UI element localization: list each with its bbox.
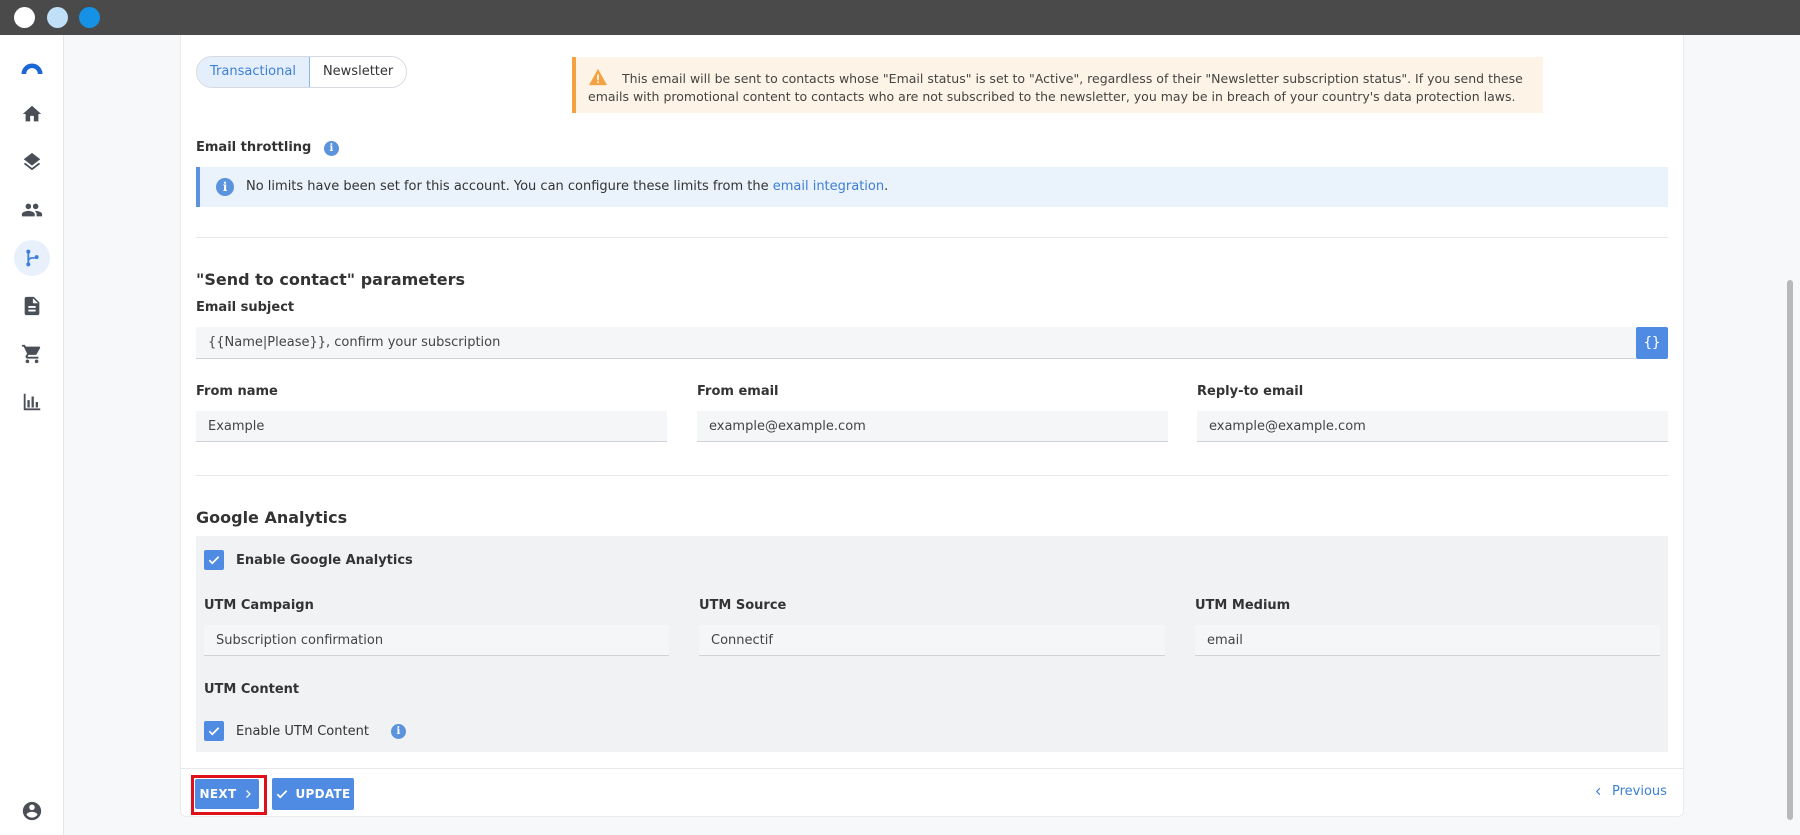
info-icon: i bbox=[216, 178, 234, 196]
throttling-message-end: . bbox=[884, 179, 889, 194]
utm-medium-label: UTM Medium bbox=[1195, 598, 1291, 613]
reply-to-input[interactable]: example@example.com bbox=[1197, 411, 1668, 442]
workflow-icon[interactable] bbox=[14, 240, 50, 276]
throttling-message: No limits have been set for this account… bbox=[246, 179, 769, 194]
utm-content-label: UTM Content bbox=[204, 682, 300, 697]
update-label: UPDATE bbox=[295, 787, 351, 801]
email-throttling-text: Email throttling bbox=[196, 140, 312, 155]
window-close-button[interactable] bbox=[14, 7, 35, 28]
email-throttling-label: Email throttling i bbox=[196, 140, 339, 156]
google-analytics-title: Google Analytics bbox=[196, 508, 348, 527]
send-params-title: "Send to contact" parameters bbox=[196, 270, 466, 289]
footer-divider bbox=[180, 768, 1684, 769]
reply-to-label: Reply-to email bbox=[1197, 384, 1304, 399]
sidebar bbox=[0, 35, 64, 835]
update-button[interactable]: UPDATE bbox=[272, 778, 354, 810]
from-name-value: Example bbox=[208, 418, 265, 434]
transactional-warning: This email will be sent to contacts whos… bbox=[572, 57, 1543, 113]
reply-to-value: example@example.com bbox=[1209, 418, 1366, 434]
enable-utm-content-row: Enable UTM Content i bbox=[204, 721, 406, 741]
utm-campaign-label: UTM Campaign bbox=[204, 598, 314, 613]
email-subject-label: Email subject bbox=[196, 300, 295, 315]
enable-ga-checkbox[interactable] bbox=[204, 550, 224, 570]
layers-icon[interactable] bbox=[14, 144, 50, 180]
toggle-transactional[interactable]: Transactional bbox=[197, 57, 310, 87]
from-name-input[interactable]: Example bbox=[196, 411, 667, 442]
people-icon[interactable] bbox=[14, 192, 50, 228]
from-email-input[interactable]: example@example.com bbox=[697, 411, 1168, 442]
checkmark-icon bbox=[208, 727, 220, 736]
check-icon bbox=[277, 790, 288, 799]
next-button[interactable]: NEXT bbox=[195, 779, 259, 809]
utm-campaign-input[interactable]: Subscription confirmation bbox=[204, 625, 669, 656]
email-integration-link[interactable]: email integration bbox=[773, 179, 884, 194]
previous-button[interactable]: Previous bbox=[1593, 784, 1667, 799]
window-minimize-button[interactable] bbox=[47, 7, 68, 28]
cart-icon[interactable] bbox=[14, 336, 50, 372]
info-icon[interactable]: i bbox=[323, 141, 339, 156]
throttling-info-bar: i No limits have been set for this accou… bbox=[196, 167, 1668, 207]
email-subject-input[interactable]: {{Name|Please}}, confirm your subscripti… bbox=[196, 327, 1636, 359]
next-button-highlight: NEXT bbox=[191, 775, 267, 815]
bar-chart-icon[interactable] bbox=[14, 384, 50, 420]
window-maximize-button[interactable] bbox=[79, 7, 100, 28]
home-icon[interactable] bbox=[14, 96, 50, 132]
utm-source-value: Connectif bbox=[711, 632, 773, 648]
logo-icon[interactable] bbox=[14, 49, 50, 85]
document-icon[interactable] bbox=[14, 288, 50, 324]
email-subject-value: {{Name|Please}}, confirm your subscripti… bbox=[208, 335, 501, 350]
email-type-toggle: Transactional Newsletter bbox=[196, 56, 408, 88]
section-divider bbox=[196, 237, 1668, 238]
enable-utm-content-checkbox[interactable] bbox=[204, 721, 224, 741]
from-email-value: example@example.com bbox=[709, 418, 866, 434]
next-label: NEXT bbox=[199, 787, 237, 801]
toggle-newsletter[interactable]: Newsletter bbox=[309, 57, 407, 87]
window-titlebar bbox=[0, 0, 1800, 35]
utm-source-label: UTM Source bbox=[699, 598, 787, 613]
utm-medium-value: email bbox=[1207, 632, 1243, 648]
checkmark-icon bbox=[208, 556, 220, 565]
utm-source-input[interactable]: Connectif bbox=[699, 625, 1165, 656]
from-name-label: From name bbox=[196, 384, 278, 399]
info-icon[interactable]: i bbox=[390, 723, 406, 739]
enable-utm-content-label: Enable UTM Content bbox=[236, 723, 369, 739]
previous-label: Previous bbox=[1612, 784, 1667, 799]
utm-medium-input[interactable]: email bbox=[1195, 625, 1660, 656]
utm-campaign-value: Subscription confirmation bbox=[216, 632, 384, 648]
enable-ga-label: Enable Google Analytics bbox=[236, 552, 413, 568]
insert-variable-button[interactable]: {} bbox=[1636, 327, 1668, 359]
warning-icon bbox=[588, 68, 608, 86]
chevron-right-icon bbox=[246, 790, 252, 798]
enable-ga-row: Enable Google Analytics bbox=[204, 550, 413, 570]
section-divider bbox=[196, 475, 1668, 476]
warning-text: This email will be sent to contacts whos… bbox=[588, 71, 1523, 104]
account-icon[interactable] bbox=[14, 793, 50, 829]
chevron-left-icon bbox=[1595, 787, 1601, 796]
from-email-label: From email bbox=[697, 384, 779, 399]
scrollbar-thumb[interactable] bbox=[1787, 280, 1793, 820]
